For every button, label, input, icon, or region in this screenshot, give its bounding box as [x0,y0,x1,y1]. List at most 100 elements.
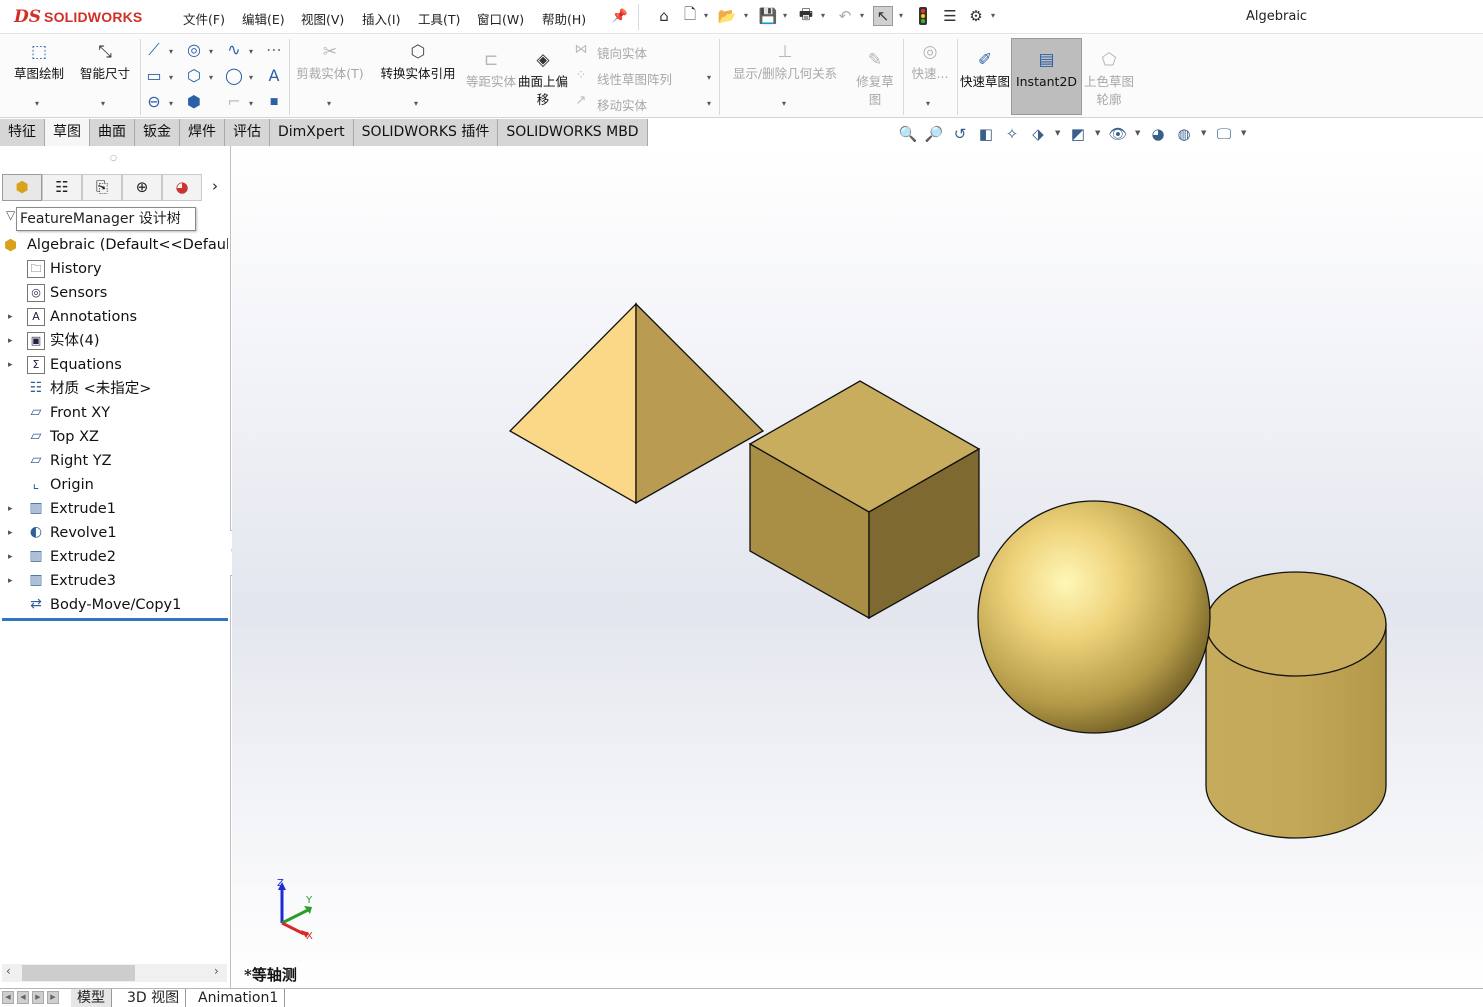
chevron-down-icon[interactable]: ▾ [783,11,787,20]
chevron-down-icon[interactable]: ▾ [926,99,930,108]
chevron-down-icon[interactable]: ▾ [101,99,105,108]
dynamic-annotation-icon[interactable]: ✧ [1002,124,1022,144]
menu-file[interactable]: 文件(F) [183,9,225,28]
chevron-down-icon[interactable]: ▾ [860,11,864,20]
solidworks-logo[interactable]: DS SOLIDWORKS [14,4,154,30]
tree-item[interactable]: ▸ Σ Equations [0,353,228,377]
section-view-icon[interactable]: ◧ [976,124,996,144]
tree-item[interactable]: ▸ ▥ Extrude1 [0,497,228,521]
tab-evaluate[interactable]: 评估 [225,119,270,146]
smart-dimension-button[interactable]: ⤡ 智能尺寸 [74,41,136,83]
tab-display-manager[interactable]: ◕ [162,174,202,201]
convert-entities-button[interactable]: ⬡ 转换实体引用 [372,41,464,83]
chevron-down-icon[interactable]: ▼ [1055,129,1060,137]
tab-sheet-metal[interactable]: 钣金 [135,119,180,146]
chevron-down-icon[interactable]: ▾ [821,11,825,20]
tree-item[interactable]: ▸ ▣ 实体(4) [0,329,228,353]
text-icon[interactable]: A [263,65,285,87]
polygon-tool-icon[interactable]: ⬢ [183,91,205,113]
linear-pattern-icon[interactable]: ⁘ [570,65,592,87]
view-orientation-icon[interactable]: ⬗ [1028,124,1048,144]
tab-addins[interactable]: SOLIDWORKS 插件 [353,119,499,146]
expand-arrow-icon[interactable]: ▸ [8,569,13,593]
menu-tools[interactable]: 工具(T) [418,9,460,28]
sketch-grid-icon[interactable]: ⋯ [263,39,285,61]
chevron-down-icon[interactable]: ▾ [991,11,995,20]
prev-tab-icon[interactable]: ◀ [17,991,29,1004]
chevron-down-icon[interactable]: ▾ [249,47,253,56]
display-relations-button[interactable]: ⊥ 显示/删除几何关系 [724,41,846,83]
chevron-down-icon[interactable]: ▾ [35,99,39,108]
pin-icon[interactable]: 📌 [610,6,630,26]
tree-item[interactable]: ▱ Top XZ [0,425,228,449]
zoom-to-area-icon[interactable]: 🔎 [924,124,944,144]
more-tabs-button[interactable]: › [202,174,228,201]
menu-view[interactable]: 视图(V) [301,9,344,28]
hide-show-items-icon[interactable]: 👁 [1108,124,1128,144]
tab-weldments[interactable]: 焊件 [180,119,225,146]
shaded-sketch-button[interactable]: ⬠ 上色草图轮廓 [1084,49,1134,109]
display-style-icon[interactable]: ◩ [1068,124,1088,144]
model-canvas[interactable] [232,146,1483,988]
trim-button[interactable]: ✂ 剪裁实体(T) [293,41,367,83]
chevron-down-icon[interactable]: ▾ [249,99,253,108]
tree-item[interactable]: ▸ ◐ Revolve1 [0,521,228,545]
tab-features[interactable]: 特征 [0,119,45,146]
edit-appearance-icon[interactable]: ◕ [1148,124,1168,144]
chevron-down-icon[interactable]: ▾ [782,99,786,108]
repair-sketch-button[interactable]: ✎ 修复草图 [851,49,899,109]
last-tab-icon[interactable]: ▶ [47,991,59,1004]
mirror-icon[interactable]: ⋈ [570,39,592,61]
tree-item[interactable]: ⌞ Origin [0,473,228,497]
tree-item[interactable]: ▸ ▥ Extrude3 [0,569,228,593]
expand-arrow-icon[interactable]: ▸ [8,305,13,329]
chevron-down-icon[interactable]: ▾ [707,99,711,108]
new-icon[interactable]: 🗋 [680,5,700,26]
print-icon[interactable]: 🖶 [796,5,816,26]
chevron-down-icon[interactable]: ▼ [1201,129,1206,137]
chevron-down-icon[interactable]: ▼ [1135,129,1140,137]
linear-pattern-label[interactable]: 线性草图阵列 [597,69,672,88]
tab-dimxpert-manager[interactable]: ⊕ [122,174,162,201]
graphics-area[interactable]: Z Y X *等轴测 [232,146,1483,988]
chevron-down-icon[interactable]: ▾ [899,11,903,20]
chevron-down-icon[interactable]: ▾ [169,47,173,56]
chevron-down-icon[interactable]: ▾ [169,99,173,108]
tree-item[interactable]: ◎ Sensors [0,281,228,305]
tab-feature-manager[interactable]: ⬢ [2,174,42,201]
menu-insert[interactable]: 插入(I) [362,9,400,28]
offset-entities-button[interactable]: ⊏ 等距实体 [466,49,516,91]
scroll-right-icon[interactable]: › [214,964,219,978]
chevron-down-icon[interactable]: ▾ [704,11,708,20]
rollback-bar[interactable] [2,618,228,621]
tree-item[interactable]: ▱ Right YZ [0,449,228,473]
menu-edit[interactable]: 编辑(E) [242,9,285,28]
pyramid-left-face[interactable] [508,302,637,505]
menu-help[interactable]: 帮助(H) [542,9,586,28]
zoom-to-fit-icon[interactable]: 🔍 [898,124,918,144]
save-icon[interactable]: 💾 [758,6,778,26]
tree-item[interactable]: ▱ Front XY [0,401,228,425]
previous-view-icon[interactable]: ↺ [950,124,970,144]
home-icon[interactable]: ⌂ [654,6,674,26]
tree-root[interactable]: ⬢ Algebraic (Default<<Default>_显示状态 1>) [4,233,228,257]
scrollbar-thumb[interactable] [22,965,135,981]
options-icon[interactable]: ⚙ [966,6,986,26]
chevron-down-icon[interactable]: ▾ [249,73,253,82]
fillet-icon[interactable]: ⌐ [223,91,245,113]
pyramid-right-face[interactable] [635,302,765,505]
tab-dimxpert[interactable]: DimXpert [270,119,354,146]
line-icon[interactable]: ⟋ [143,39,165,61]
chevron-down-icon[interactable]: ▾ [209,47,213,56]
chevron-down-icon[interactable]: ▾ [169,73,173,82]
slot-icon[interactable]: ⊖ [143,91,165,113]
sketch-button[interactable]: ⬚ 草图绘制 [8,41,70,83]
tree-item[interactable]: ▸ ▥ Extrude2 [0,545,228,569]
sphere-body[interactable] [977,500,1211,734]
chevron-down-icon[interactable]: ▾ [209,73,213,82]
next-tab-icon[interactable]: ▶ [32,991,44,1004]
tab-surfaces[interactable]: 曲面 [90,119,135,146]
tab-property-manager[interactable]: ☷ [42,174,82,201]
chevron-down-icon[interactable]: ▼ [1241,129,1246,137]
menu-window[interactable]: 窗口(W) [477,9,524,28]
